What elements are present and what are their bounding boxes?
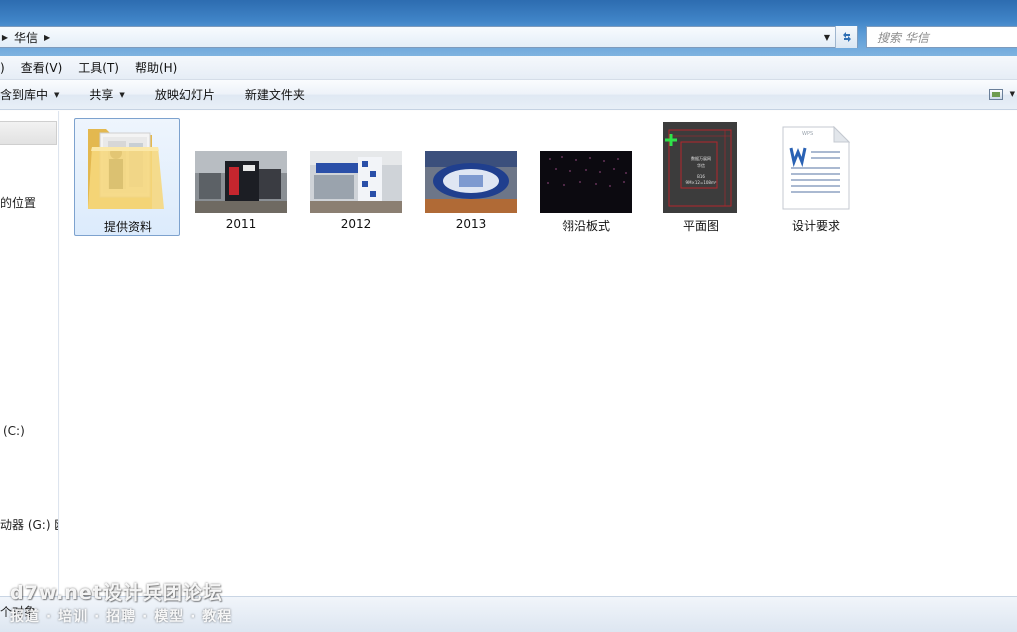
menu-view[interactable]: 查看(V): [13, 59, 71, 76]
floorplan-subtitle: 华信: [697, 163, 705, 168]
file-name: 提供资料: [103, 220, 152, 234]
refresh-icon: [842, 32, 851, 42]
navigation-pane: 的位置 (C:) 动器 (G:) 欧: [0, 111, 59, 596]
watermark-subtitle: 报道 · 培训 · 招聘 · 模型 · 教程: [10, 609, 233, 625]
nav-selected-item[interactable]: [0, 121, 57, 145]
file-item-photo[interactable]: 2012: [303, 118, 409, 236]
floorplan-booth-number: B16: [697, 174, 705, 179]
file-name: 2011: [225, 217, 257, 231]
nav-item-drive-g[interactable]: 动器 (G:) 欧: [0, 516, 58, 533]
folder-icon: [88, 129, 164, 209]
include-in-library-button[interactable]: 含到库中 ▼: [0, 86, 59, 103]
view-options-chevron-icon[interactable]: ▼: [1010, 90, 1015, 98]
photo-thumbnail-icon: [540, 151, 632, 213]
chevron-down-icon: ▼: [54, 90, 60, 99]
menu-help[interactable]: 帮助(H): [127, 59, 185, 76]
breadcrumb-chevron-icon[interactable]: ▶: [0, 33, 10, 42]
search-placeholder: 搜索 华信: [877, 30, 929, 45]
chevron-down-icon: ▼: [119, 90, 125, 99]
photo-thumbnail-icon: [195, 151, 287, 213]
breadcrumb-current[interactable]: 华信: [14, 29, 38, 46]
nav-item-recent-places[interactable]: 的位置: [0, 194, 58, 211]
menu-bar: ) 查看(V) 工具(T) 帮助(H): [0, 56, 1017, 80]
file-name: 2012: [340, 217, 372, 231]
file-name: 2013: [455, 217, 487, 231]
include-in-library-label: 含到库中: [0, 88, 49, 102]
breadcrumb-chevron-icon[interactable]: ▶: [42, 33, 52, 42]
file-item-photo[interactable]: 2013: [418, 118, 524, 236]
slideshow-button[interactable]: 放映幻灯片: [155, 86, 215, 103]
file-name: 设计要求: [791, 219, 840, 233]
file-item-image[interactable]: 数据万展网 华信 B16 9M×12=108m² 平面图: [648, 118, 754, 236]
floorplan-area: 9M×12=108m²: [685, 180, 717, 185]
file-item-photo[interactable]: 2011: [188, 118, 294, 236]
slideshow-label: 放映幻灯片: [154, 88, 215, 102]
floorplan-title: 数据万展网: [691, 156, 711, 161]
new-folder-label: 新建文件夹: [244, 88, 305, 102]
window-title-area: ▶ 华信 ▶ ▼ 搜索 华信: [0, 0, 1017, 56]
file-item-document[interactable]: WPS 设计要求: [763, 118, 869, 236]
menu-edit[interactable]: ): [0, 61, 13, 75]
photo-thumbnail-icon: [310, 151, 402, 213]
address-bar[interactable]: ▶ 华信 ▶ ▼: [0, 26, 858, 48]
file-name: 平面图: [682, 219, 719, 233]
file-name: 翎沿板式: [561, 219, 610, 233]
nav-item-drive-c[interactable]: (C:): [3, 424, 61, 438]
search-input[interactable]: 搜索 华信: [866, 26, 1017, 48]
file-item-photo[interactable]: 翎沿板式: [533, 118, 639, 236]
wps-document-icon: [782, 126, 850, 210]
photo-thumbnail-icon: [425, 151, 517, 213]
file-list: 提供资料 2011 2012 2013 翎沿板式 数据万展网 华信 B16 9M…: [60, 111, 1017, 596]
new-folder-button[interactable]: 新建文件夹: [245, 86, 305, 103]
refresh-button[interactable]: [835, 26, 857, 48]
command-bar: 含到库中 ▼ 共享 ▼ 放映幻灯片 新建文件夹 ▼: [0, 80, 1017, 110]
file-item-folder[interactable]: 提供资料: [74, 118, 180, 236]
share-button[interactable]: 共享 ▼: [89, 86, 124, 103]
menu-tools[interactable]: 工具(T): [70, 59, 127, 76]
change-view-icon[interactable]: [989, 89, 1003, 100]
address-history-dropdown-icon[interactable]: ▼: [819, 27, 835, 47]
watermark-title: d7w.net设计兵团论坛: [10, 582, 223, 604]
share-label: 共享: [89, 88, 114, 102]
wps-label: WPS: [802, 131, 814, 137]
